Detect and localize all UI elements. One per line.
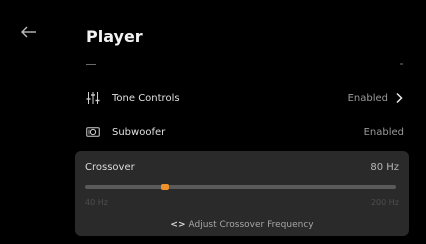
crossover-panel: Crossover 80 Hz 40 Hz 200 Hz <> Adjust Cr… <box>75 151 409 236</box>
subwoofer-row[interactable]: Subwoofer Enabled <box>86 119 404 145</box>
back-arrow-icon <box>21 26 36 38</box>
crossover-hint-text: Adjust Crossover Frequency <box>188 220 314 230</box>
tone-controls-row[interactable]: Tone Controls Enabled <box>86 85 404 111</box>
subwoofer-value: Enabled <box>363 126 404 138</box>
subwoofer-icon <box>86 125 100 139</box>
page-title: Player <box>86 27 143 46</box>
tone-controls-label: Tone Controls <box>112 92 180 104</box>
crossover-slider[interactable] <box>85 184 396 190</box>
scrolled-row-edge <box>86 64 96 65</box>
chevron-right-icon <box>394 92 404 104</box>
crossover-hint: <> Adjust Crossover Frequency <box>75 220 409 230</box>
crossover-slider-thumb[interactable] <box>160 184 169 190</box>
crossover-label: Crossover <box>85 162 135 173</box>
player-settings-screen: { "header": { "title": "Player", "back_i… <box>0 0 426 244</box>
equalizer-sliders-icon <box>86 91 100 105</box>
slider-max-label: 200 Hz <box>370 198 399 207</box>
subwoofer-label: Subwoofer <box>112 126 166 138</box>
crossover-value: 80 Hz <box>370 162 399 173</box>
left-right-arrows-icon: <> <box>170 220 186 230</box>
slider-min-label: 40 Hz <box>85 198 108 207</box>
tone-controls-value: Enabled <box>347 92 388 104</box>
back-button[interactable] <box>20 24 38 40</box>
scrolled-row-edge-dot <box>400 63 403 65</box>
